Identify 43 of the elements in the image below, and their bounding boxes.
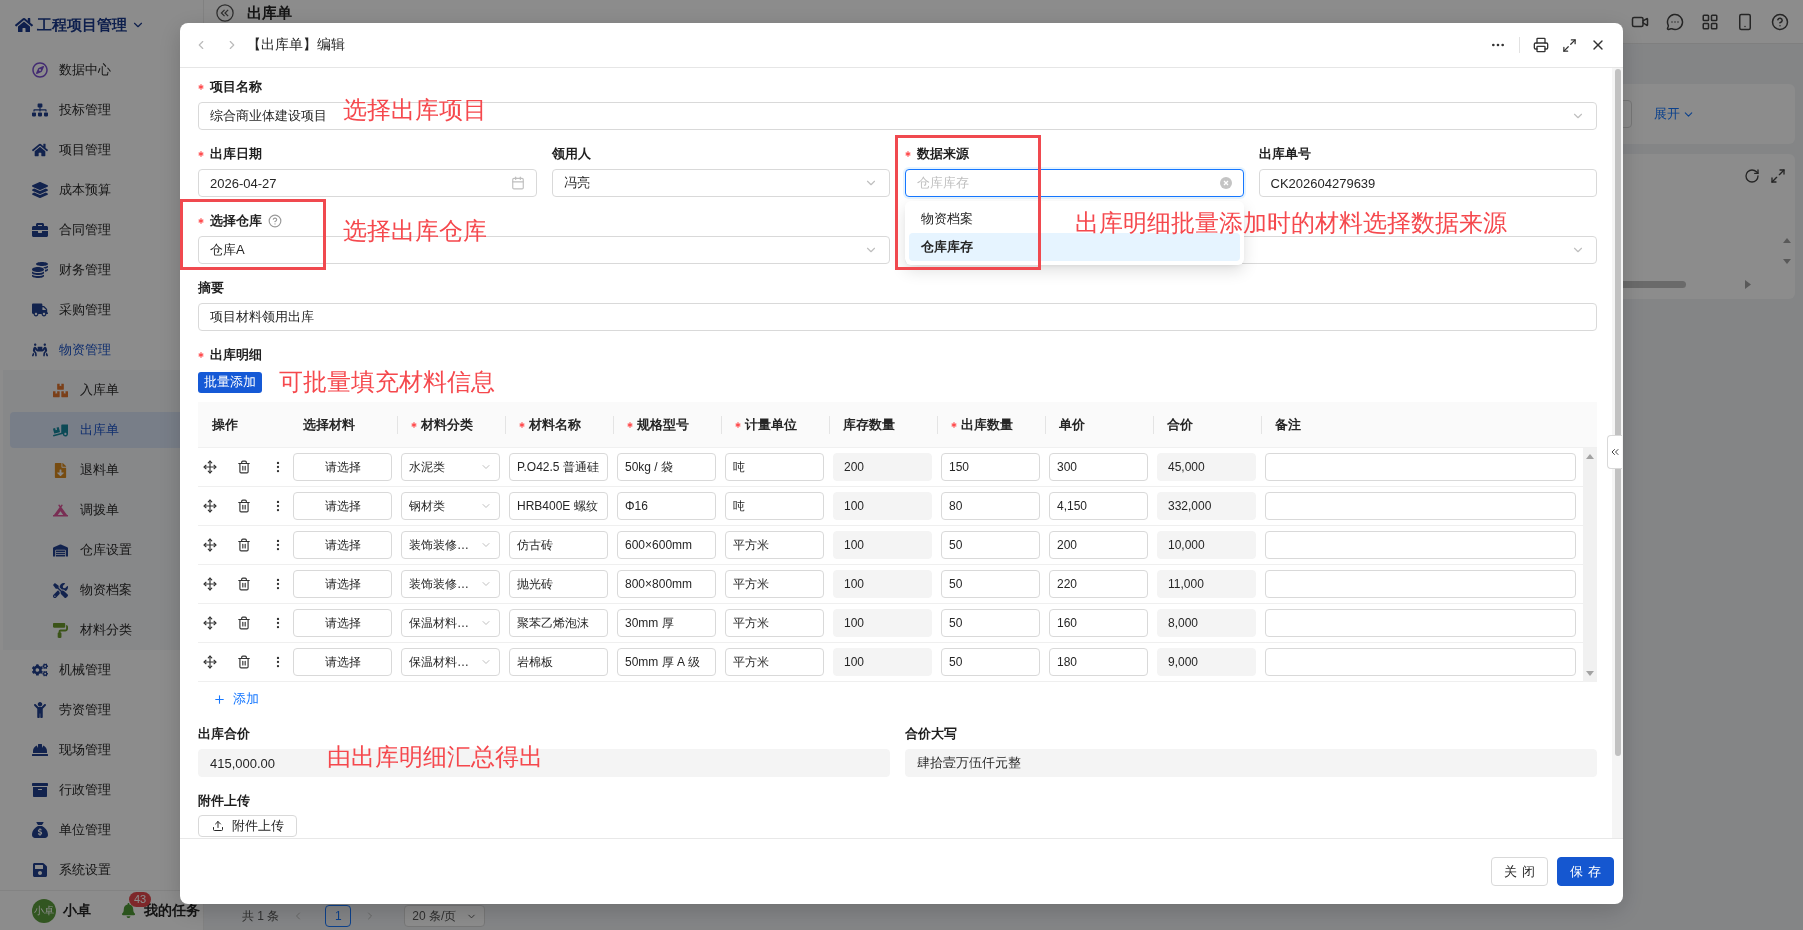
readonly-field: 11,000	[1157, 570, 1256, 598]
field-label: 出库单号	[1258, 145, 1311, 163]
column-header: 合价	[1167, 415, 1193, 434]
column-header: 备注	[1275, 415, 1301, 434]
field-label: 出库日期	[210, 145, 262, 163]
field-label: 出库合价	[198, 725, 250, 743]
readonly-field: 10,000	[1157, 531, 1256, 559]
column-header: 材料名称	[529, 415, 581, 434]
field-label: 出库明细	[210, 346, 262, 364]
field-label: 附件上传	[198, 792, 250, 810]
readonly-field: 45,000	[1157, 453, 1256, 481]
readonly-field: 200	[833, 453, 932, 481]
readonly-field: 100	[833, 648, 932, 676]
readonly-field: 8,000	[1157, 609, 1256, 637]
app-title: 工程项目管理	[37, 15, 127, 35]
field-label: 数据来源	[917, 145, 969, 163]
field-label: 摘要	[198, 279, 224, 297]
readonly-field: 肆拾壹万伍仟元整	[905, 749, 1597, 777]
column-header: 规格型号	[637, 415, 689, 434]
readonly-field: 100	[833, 531, 932, 559]
annotation-text: 可批量填充材料信息	[279, 370, 495, 394]
column-header: 操作	[212, 415, 238, 434]
field-label: 选择仓库	[210, 212, 262, 230]
dialog-title: 【出库单】编辑	[247, 36, 345, 54]
column-header: 单价	[1059, 415, 1085, 434]
column-header: 材料分类	[421, 415, 473, 434]
annotation-text: 出库明细批量添加时的材料选择数据来源	[1075, 211, 1507, 235]
column-header: 选择材料	[303, 415, 355, 434]
field-label: 项目名称	[210, 78, 262, 96]
readonly-field: 332,000	[1157, 492, 1256, 520]
column-header: 出库数量	[961, 415, 1013, 434]
readonly-field: 100	[833, 570, 932, 598]
readonly-field: 100	[833, 609, 932, 637]
page-title: 出库单	[247, 3, 292, 23]
user-name: 小卓	[63, 901, 91, 920]
field-label: 领用人	[551, 145, 591, 163]
readonly-field: 9,000	[1157, 648, 1256, 676]
total-count: 共 1 条	[242, 907, 280, 925]
field-label: 合价大写	[905, 725, 957, 743]
annotation-text: 由出库明细汇总得出	[327, 745, 543, 769]
readonly-field: 100	[833, 492, 932, 520]
column-header: 库存数量	[843, 415, 895, 434]
column-header: 计量单位	[745, 415, 797, 434]
